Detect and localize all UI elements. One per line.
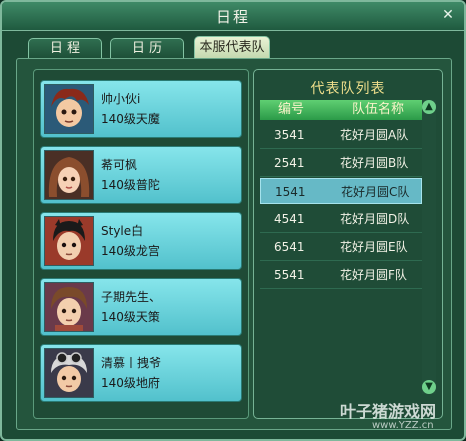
table-row[interactable]: 5541 花好月圆F队 xyxy=(260,262,422,289)
avatar xyxy=(44,150,94,200)
tab-calendar[interactable]: 日 历 xyxy=(110,38,184,58)
team-id: 1541 xyxy=(275,185,306,199)
team-id: 6541 xyxy=(274,240,305,254)
avatar xyxy=(44,84,94,134)
table-row[interactable]: 3541 花好月圆A队 xyxy=(260,122,422,149)
team-list-scrollbar[interactable]: ▲ ▼ xyxy=(422,100,436,394)
member-name: 帅小伙i xyxy=(101,92,141,106)
avatar xyxy=(44,282,94,332)
member-level: 140级天魔 xyxy=(101,112,160,126)
member-card[interactable]: 莃可枫 140级普陀 xyxy=(40,146,242,204)
watermark-url: www.YZZ.cn xyxy=(372,420,434,431)
close-icon[interactable]: ✕ xyxy=(440,7,456,23)
team-name: 花好月圆F队 xyxy=(340,268,407,282)
member-name: Style白 xyxy=(101,224,144,238)
member-level: 140级天策 xyxy=(101,310,160,324)
title-bar: 日程 ✕ xyxy=(2,2,464,31)
team-id: 2541 xyxy=(274,156,305,170)
tab-content: 帅小伙i 140级天魔 莃可枫 140级普陀 Style白 140级龙宫 子期先… xyxy=(16,58,452,430)
team-table-header: 编号 队伍名称 xyxy=(260,100,422,120)
team-list-panel: 代表队列表 编号 队伍名称 3541 花好月圆A队 2541 花好月圆B队 15… xyxy=(253,69,443,419)
column-header-id: 编号 xyxy=(278,102,305,117)
scroll-up-icon[interactable]: ▲ xyxy=(422,100,436,114)
team-id: 5541 xyxy=(274,268,305,282)
tab-server-team[interactable]: 本服代表队 xyxy=(194,36,270,58)
team-list-title: 代表队列表 xyxy=(310,81,386,97)
table-row[interactable]: 2541 花好月圆B队 xyxy=(260,150,422,177)
member-level: 140级龙宫 xyxy=(101,244,160,258)
member-list: 帅小伙i 140级天魔 莃可枫 140级普陀 Style白 140级龙宫 子期先… xyxy=(33,69,249,419)
member-level: 140级普陀 xyxy=(101,178,160,192)
watermark-logo: 叶子猪游戏网 xyxy=(340,402,437,421)
team-name: 花好月圆B队 xyxy=(340,156,409,170)
team-name: 花好月圆E队 xyxy=(340,240,408,254)
member-level: 140级地府 xyxy=(101,376,160,390)
team-name: 花好月圆C队 xyxy=(341,185,410,199)
table-row[interactable]: 4541 花好月圆D队 xyxy=(260,206,422,233)
member-card[interactable]: 清慕丨拽爷 140级地府 xyxy=(40,344,242,402)
scroll-down-icon[interactable]: ▼ xyxy=(422,380,436,394)
member-card[interactable]: Style白 140级龙宫 xyxy=(40,212,242,270)
team-id: 4541 xyxy=(274,212,305,226)
avatar xyxy=(44,348,94,398)
table-row[interactable]: 6541 花好月圆E队 xyxy=(260,234,422,261)
team-id: 3541 xyxy=(274,128,305,142)
member-card[interactable]: 子期先生、 140级天策 xyxy=(40,278,242,336)
table-row-selected[interactable]: 1541 花好月圆C队 xyxy=(260,178,422,204)
column-header-name: 队伍名称 xyxy=(352,102,405,117)
member-name: 子期先生、 xyxy=(101,290,162,304)
window-title: 日程 xyxy=(215,8,250,26)
member-name: 清慕丨拽爷 xyxy=(101,356,162,370)
team-name: 花好月圆A队 xyxy=(340,128,409,142)
tab-schedule[interactable]: 日 程 xyxy=(28,38,102,58)
member-name: 莃可枫 xyxy=(101,158,138,172)
member-card[interactable]: 帅小伙i 140级天魔 xyxy=(40,80,242,138)
avatar xyxy=(44,216,94,266)
schedule-window: 日程 ✕ 日 程 日 历 本服代表队 帅小伙i 140级天魔 莃可枫 140级普… xyxy=(0,0,466,441)
team-name: 花好月圆D队 xyxy=(340,212,410,226)
